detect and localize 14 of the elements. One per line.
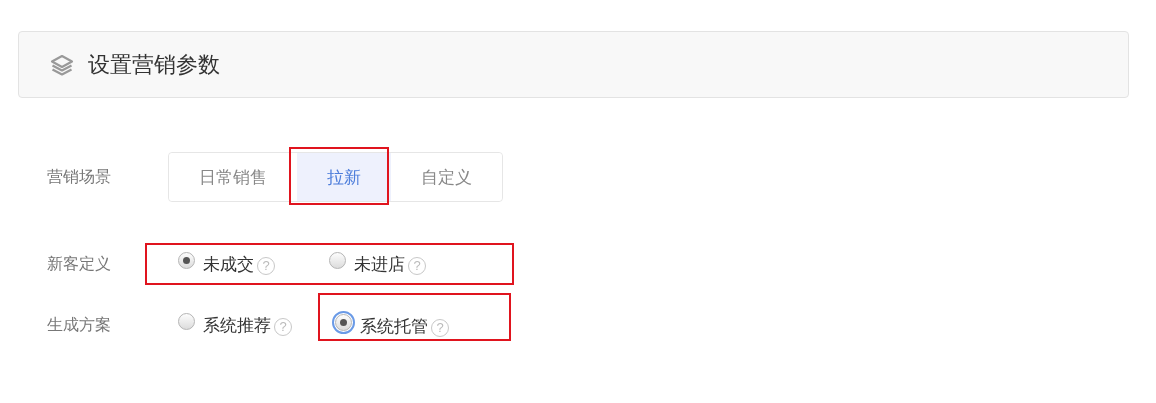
layers-icon <box>50 52 74 77</box>
option-label[interactable]: 未成交 <box>203 252 254 276</box>
option-label[interactable]: 系统托管 <box>360 314 428 338</box>
radio-button[interactable] <box>178 312 195 330</box>
segment-tab[interactable]: 拉新 <box>297 153 391 201</box>
option-label[interactable]: 系统推荐 <box>203 313 271 337</box>
field-label: 新客定义 <box>47 253 112 274</box>
radio-button[interactable] <box>329 251 346 269</box>
radio-button[interactable] <box>178 251 195 269</box>
field-label: 营销场景 <box>47 166 112 187</box>
section-title: 设置营销参数 <box>88 50 220 79</box>
radio-button[interactable] <box>335 313 352 331</box>
field-label: 生成方案 <box>47 314 112 335</box>
option-label[interactable]: 未进店 <box>354 252 405 276</box>
